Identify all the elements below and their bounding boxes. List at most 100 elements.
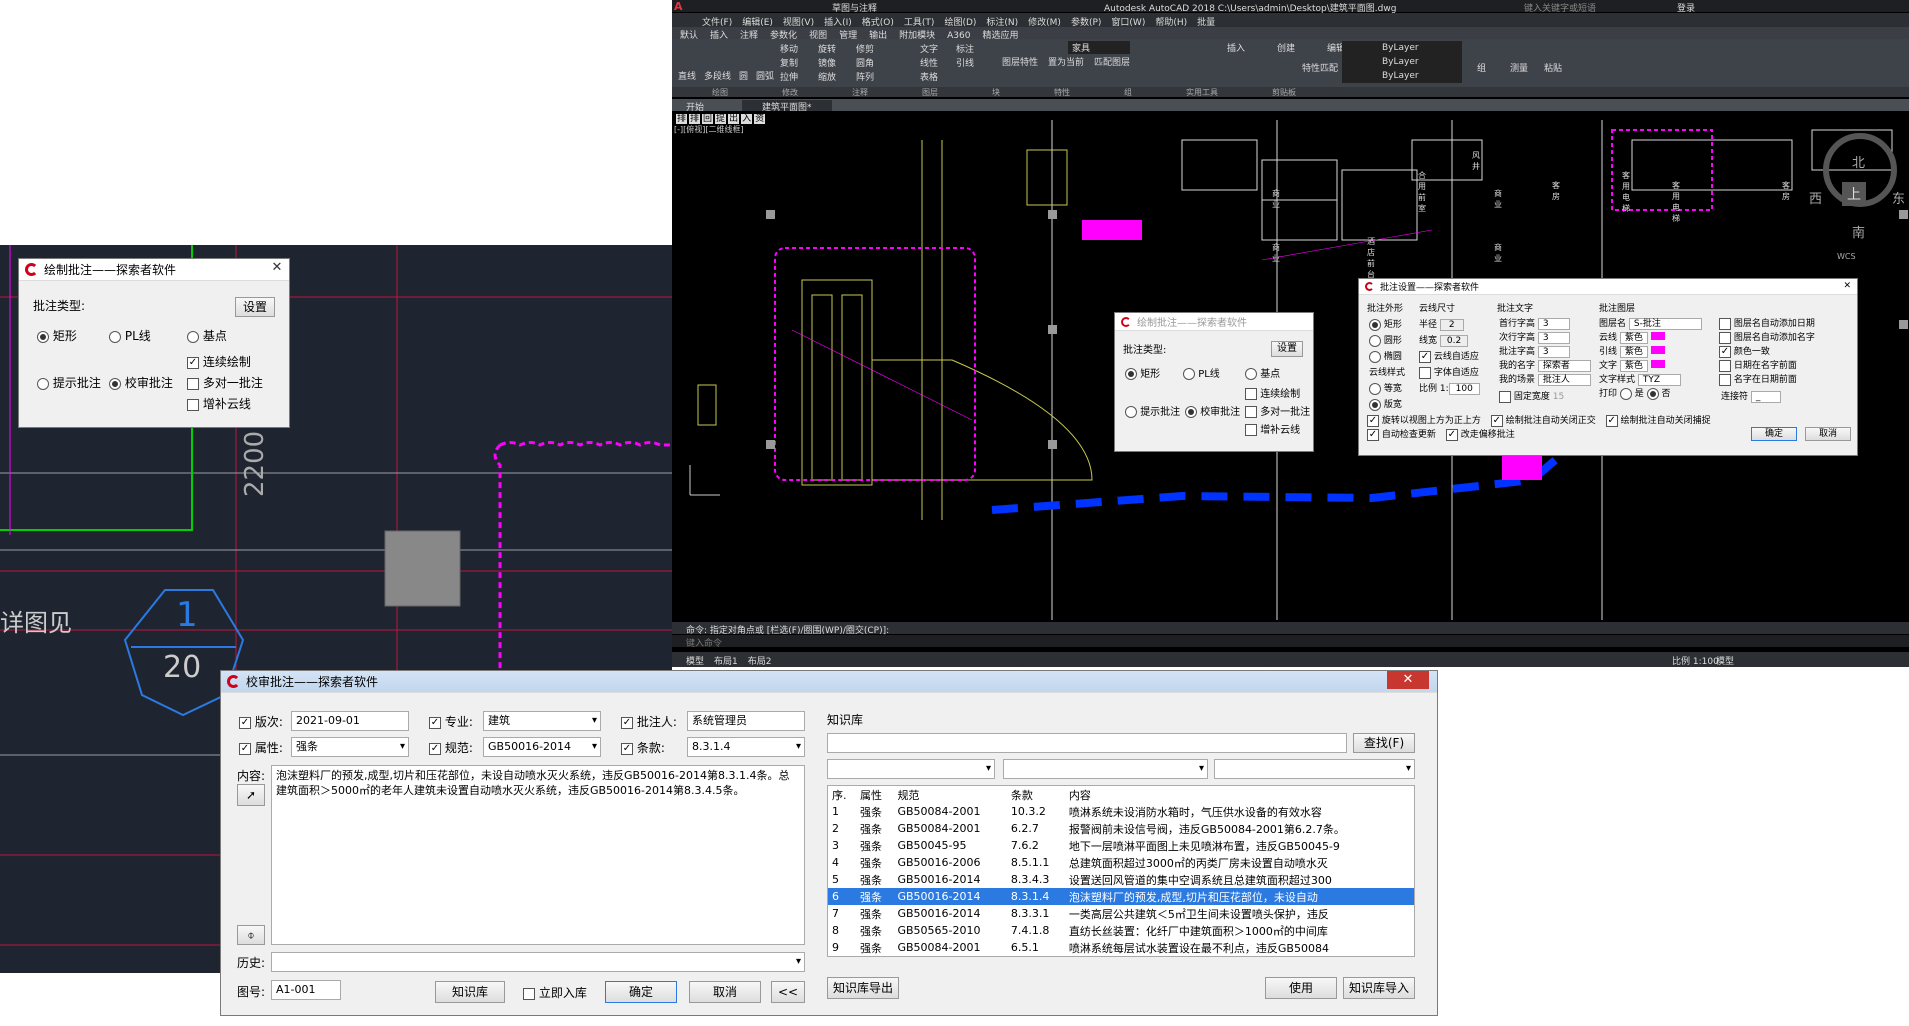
radio-pl[interactable]: PL线 [109,327,151,344]
draw-tool-1[interactable]: 多段线 [704,72,731,82]
kb-filter-1[interactable] [827,759,995,779]
std-select[interactable]: GB50016-2014 [483,737,601,757]
layer-row-3[interactable]: 文字 紫色 [1599,360,1665,372]
wcs-label[interactable]: WCS [1837,252,1856,261]
layer-tool-1[interactable]: 置为当前 [1048,58,1084,68]
modify-tool-0[interactable]: 移动 [780,43,810,57]
bottom-check-3[interactable]: ✓ 自动检查更新 [1367,428,1436,442]
settings-cancel-button[interactable]: 取消 [1805,427,1851,441]
kb-col-1[interactable]: 属性 [856,786,893,803]
bylayer-select-0[interactable]: ByLayer [1342,41,1462,55]
kb-row[interactable]: 1 强条 GB50084-2001 10.3.2 喷淋系统未设消防水箱时，气压供水设备的… [828,803,1414,820]
kb-filter-2[interactable] [1003,759,1208,779]
layer-tool-0[interactable]: 图层特性 [1002,58,1038,68]
text-row-4[interactable]: 我的场景 批注人 [1499,374,1591,386]
block-tool-1[interactable]: 创建 [1277,43,1321,55]
modify-tool-4[interactable]: 镜像 [818,57,848,71]
draw-tool-2[interactable]: 圆 [739,72,748,82]
kb-row[interactable]: 2 强条 GB50084-2001 6.2.7 报警阀前未设信号阀，违反GB50084-… [828,820,1414,837]
kb-row[interactable]: 3 强条 GB50045-95 7.6.2 地下一层喷淋平面图上未见喷淋布置，违反GB5… [828,837,1414,854]
kb-button[interactable]: 知识库 [435,981,505,1003]
paste-label[interactable]: 粘贴 [1544,61,1562,74]
collapse-button[interactable]: << [771,981,805,1003]
kb-col-2[interactable]: 规范 [893,786,1006,803]
review-ok-button[interactable]: 确定 [605,981,677,1003]
draw-tool-3[interactable]: 圆弧 [756,72,774,82]
group-label[interactable]: 组 [1477,61,1486,74]
prop-match[interactable]: 特性匹配 [1302,61,1338,74]
joiner[interactable]: 连接符 _ [1721,389,1782,403]
ribbon-group-7[interactable]: 实用工具 [1186,88,1218,97]
bottom-options[interactable]: ✓ 旋转以视图上方为正上方 ✓ 绘制批注自动关闭正交 ✓ 绘制批注自动关闭捕捉 ✓ 自… [1367,414,1767,442]
fig-input[interactable]: A1-001 [271,980,341,1000]
attr-select[interactable]: 强条 [291,737,409,757]
layer-name-options[interactable]: 图层名自动添加日期 图层名自动添加名字 ✓ 颜色一致 日期在名字前面 名字在日期前… [1719,317,1815,387]
kb-filter-3[interactable] [1214,759,1415,779]
kb-col-0[interactable]: 序. [828,786,856,803]
text-row-0[interactable]: 首行字高 3 [1499,318,1570,330]
modify-tool-3[interactable]: 复制 [780,57,810,71]
cloud-size[interactable]: 半径 2 线宽 0.2 ✓ 云线自适应 字体自适应 比例 1: 100 [1419,317,1480,397]
layout-tab-1[interactable]: 布局1 [714,657,738,667]
layer-tool-2[interactable]: 匹配图层 [1094,58,1130,68]
check-cloud[interactable]: 增补云线 [187,395,251,412]
mini-settings-button[interactable]: 设置 [1271,341,1303,357]
text-row-1[interactable]: 次行字高 3 [1499,332,1570,344]
close-button[interactable]: ✕ [265,259,289,277]
draw-tool-0[interactable]: 直线 [678,72,696,82]
annot-tool-2[interactable]: 线性 [920,57,950,71]
immediate-check[interactable]: 立即入库 [523,984,587,1001]
settings-button[interactable]: 设置 [235,297,275,317]
kb-export-button[interactable]: 知识库导出 [827,977,899,999]
layout-tab-0[interactable]: 模型 [686,657,704,667]
ribbon-group-5[interactable]: 特性 [1054,88,1070,97]
ribbon-group-6[interactable]: 组 [1124,88,1132,97]
settings-close-icon[interactable]: ✕ [1843,281,1851,291]
major-select[interactable]: 建筑 [483,711,601,731]
block-tool-0[interactable]: 插入 [1227,43,1271,55]
layout-tab-2[interactable]: 布局2 [748,657,772,667]
settings-ok-button[interactable]: 确定 [1751,427,1797,441]
layer-row-0[interactable]: 图层名 S-批注 [1599,318,1702,330]
compass-top[interactable]: 上 [1842,182,1866,206]
fix-width[interactable]: 固定宽度 15 [1499,389,1564,403]
bottom-check-4[interactable]: ✓ 改走偏移批注 [1445,428,1515,442]
radio-check[interactable]: 校审批注 [109,374,173,391]
command-input[interactable]: 键入命令 [672,635,1909,649]
right-check-4[interactable]: 名字在日期前面 [1719,373,1797,386]
mini-radio-base[interactable]: 基点 [1245,365,1280,380]
modify-tool-8[interactable]: 阵列 [856,71,886,85]
modify-tool-7[interactable]: 缩放 [818,71,848,85]
annot-tool-1[interactable]: 标注 [956,43,986,57]
kb-row[interactable]: 4 强条 GB50016-2006 8.5.1.1 总建筑面积超过3000㎡的丙类厂房未… [828,854,1414,871]
right-check-1[interactable]: 图层名自动添加名字 [1719,331,1815,344]
kb-row[interactable]: 8 强条 GB50565-2010 7.4.1.8 直纺长丝装置：化纤厂中建筑面积＞10… [828,922,1414,939]
mini-check-cloud[interactable]: 增补云线 [1245,421,1300,436]
mini-radio-rect[interactable]: 矩形 [1125,365,1160,380]
modify-tool-6[interactable]: 拉伸 [780,71,810,85]
kb-row[interactable]: 9 强条 GB50084-2001 6.5.1 喷淋系统每层试水装置设在最不利点，违反G… [828,939,1414,956]
radio-rect[interactable]: 矩形 [37,327,77,344]
modify-tool-2[interactable]: 修剪 [856,43,886,57]
radio-hint[interactable]: 提示批注 [37,374,101,391]
ribbon-group-0[interactable]: 绘图 [712,88,728,97]
acad-logo-icon[interactable]: A [674,0,683,13]
right-check-3[interactable]: 日期在名字前面 [1719,359,1797,372]
mini-check-cont[interactable]: 连续绘制 [1245,385,1300,400]
status-model[interactable]: 模型 [1716,654,1734,667]
kb-import-button[interactable]: 知识库导入 [1343,977,1415,999]
mini-radio-hint[interactable]: 提示批注 [1125,403,1180,418]
layer-row-2[interactable]: 引线 紫色 [1599,346,1665,358]
reviewer-input[interactable]: 系统管理员 [687,711,805,731]
measure-label[interactable]: 测量 [1510,61,1528,74]
annot-tool-4[interactable]: 表格 [920,71,950,85]
status-scale[interactable]: 比例 1:100 [1672,654,1719,667]
ribbon-group-1[interactable]: 修改 [782,88,798,97]
symbol-button[interactable]: ⌽ [237,925,265,945]
kb-col-4[interactable]: 内容 [1065,786,1414,803]
mini-radio-pl[interactable]: PL线 [1183,365,1220,380]
ribbon-group-2[interactable]: 注释 [852,88,868,97]
ribbon-group-8[interactable]: 剪贴板 [1272,88,1296,97]
text-settings[interactable]: 首行字高 3 次行字高 3 批注字高 3 我的名字 探索者 我的场景 批注人 [1499,317,1591,387]
command-line[interactable]: 命令: 指定对角点或 [栏选(F)/圈围(WP)/圈交(CP)]: [672,622,1909,636]
